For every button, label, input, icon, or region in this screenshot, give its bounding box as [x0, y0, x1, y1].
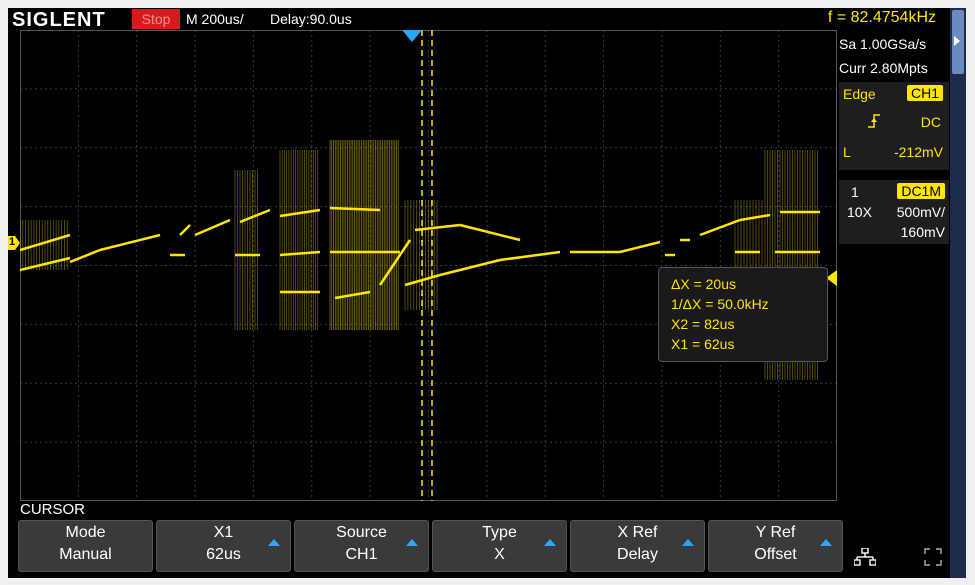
oscilloscope-screen: SIGLENT Stop M 200us/ Delay:90.0us f = 8… — [8, 8, 966, 578]
frequency-readout: f = 82.4754kHz — [827, 9, 936, 26]
vertical-scale: 500mV/ — [896, 204, 945, 220]
network-icon[interactable] — [853, 547, 877, 571]
side-panel-toggle[interactable] — [950, 8, 966, 578]
expand-arrow-icon — [954, 36, 960, 46]
memory-depth: Curr 2.80Mpts — [839, 60, 928, 76]
knob-adjust-icon — [406, 539, 418, 546]
channel-number: 1 — [851, 184, 859, 200]
knob-adjust-icon — [544, 539, 556, 546]
channel-coupling: DC1M — [897, 183, 945, 199]
trigger-position-marker — [402, 30, 422, 42]
waveform-svg — [20, 30, 837, 501]
cursor-measurement-box: ΔX = 20us 1/ΔX = 50.0kHz X2 = 82us X1 = … — [658, 267, 828, 362]
softkey-label: Mode — [65, 524, 106, 541]
rising-edge-icon — [867, 114, 881, 133]
menu-title: CURSOR — [20, 501, 86, 518]
source-softkey[interactable]: Source CH1 — [294, 520, 429, 572]
run-status-badge[interactable]: Stop — [132, 9, 180, 29]
softkey-value: X — [494, 546, 505, 563]
type-softkey[interactable]: Type X — [432, 520, 567, 572]
mode-softkey[interactable]: Mode Manual — [18, 520, 153, 572]
channel-ground-marker[interactable]: 1 — [8, 236, 20, 250]
softkey-value: CH1 — [345, 546, 378, 563]
channel1-panel[interactable]: 1 DC1M 10X 500mV/ 160mV — [839, 180, 949, 244]
trigger-level-label: L — [843, 144, 851, 160]
vertical-offset: 160mV — [900, 224, 945, 240]
top-status-bar: SIGLENT Stop M 200us/ Delay:90.0us f = 8… — [8, 8, 950, 31]
softkey-value: 62us — [206, 546, 241, 563]
sample-rate: Sa 1.00GSa/s — [839, 36, 927, 52]
right-info-panel: Sa 1.00GSa/s Curr 2.80Mpts Edge CH1 DC L… — [839, 30, 950, 501]
y-ref-softkey[interactable]: Y Ref Offset — [708, 520, 843, 572]
softkey-menu: Mode Manual X1 62us Source CH1 Type X X … — [18, 520, 950, 578]
fullscreen-icon[interactable] — [924, 548, 942, 571]
x-ref-softkey[interactable]: X Ref Delay — [570, 520, 705, 572]
softkey-value: Manual — [59, 546, 112, 563]
waveform-display[interactable] — [20, 30, 837, 501]
siglent-logo: SIGLENT — [12, 9, 106, 31]
trigger-coupling: DC — [920, 114, 941, 130]
channel-marker-label: 1 — [9, 236, 16, 248]
knob-adjust-icon — [682, 539, 694, 546]
softkey-value: Delay — [617, 546, 658, 563]
x2-value: X2 = 82us — [671, 316, 735, 332]
x1-value: X1 = 62us — [671, 336, 735, 352]
timebase-readout: M 200us/ — [186, 11, 244, 27]
trigger-panel[interactable]: Edge CH1 DC L -212mV — [839, 82, 949, 170]
delay-readout: Delay:90.0us — [270, 11, 352, 27]
inverse-delta-x-value: 1/ΔX = 50.0kHz — [671, 296, 769, 312]
knob-adjust-icon — [820, 539, 832, 546]
trigger-type: Edge — [843, 86, 876, 102]
probe-ratio: 10X — [847, 204, 872, 220]
delta-x-value: ΔX = 20us — [671, 276, 737, 292]
x1-softkey[interactable]: X1 62us — [156, 520, 291, 572]
trigger-source: CH1 — [906, 85, 943, 101]
softkey-value: Offset — [754, 546, 797, 563]
knob-adjust-icon — [268, 539, 280, 546]
trigger-level: -212mV — [893, 144, 943, 160]
